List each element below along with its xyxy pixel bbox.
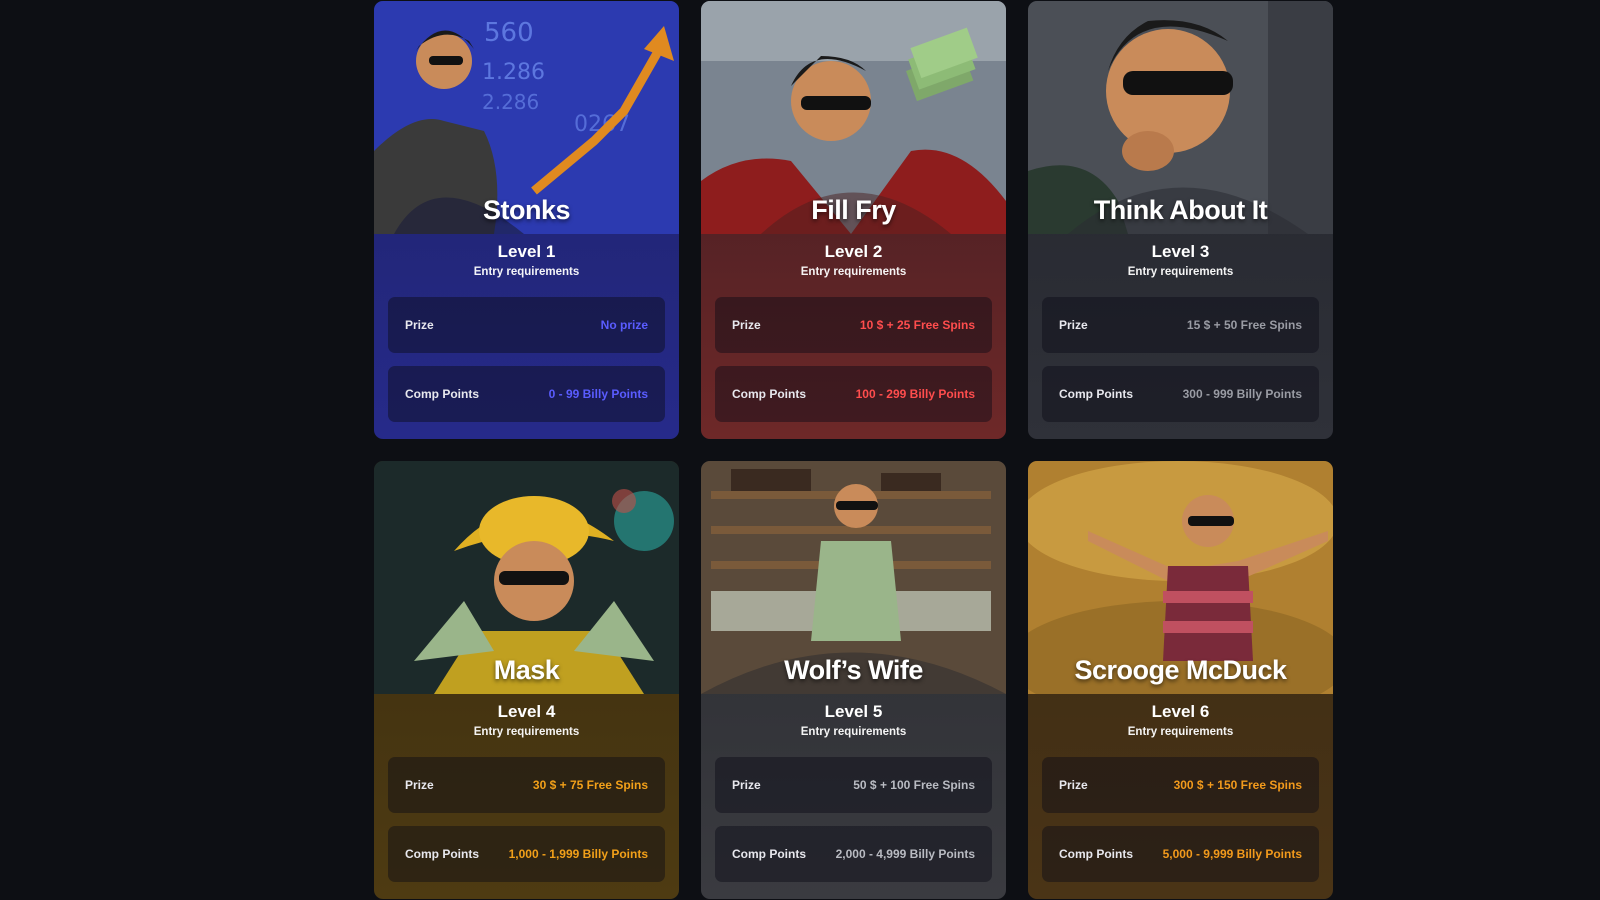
prize-value: 10 $ + 25 Free Spins (859, 318, 975, 332)
level-label: Level 1 (497, 242, 556, 261)
comp-points-label: Comp Points (732, 847, 806, 861)
prize-label: Prize (405, 318, 434, 332)
prize-label: Prize (1059, 778, 1088, 792)
card-title: Mask (493, 655, 560, 685)
card-title: Wolf’s Wife (784, 655, 923, 685)
level-card-1[interactable]: 560 1.286 2.286 0267 Stonks Level 1 Entr… (374, 1, 679, 439)
prize-value: No prize (600, 318, 648, 332)
card-title: Stonks (482, 195, 571, 225)
comp-points-value: 5,000 - 9,999 Billy Points (1162, 847, 1302, 861)
level-card-2[interactable]: Fill Fry Level 2 Entry requirements Priz… (701, 1, 1006, 439)
svg-text:1.286: 1.286 (482, 60, 545, 85)
prize-value: 30 $ + 75 Free Spins (532, 778, 648, 792)
level-card-3[interactable]: Think About It Level 3 Entry requirement… (1028, 1, 1333, 439)
card-title: Scrooge McDuck (1074, 655, 1287, 685)
card-hero: Mask (374, 461, 679, 694)
comp-points-row: Comp Points 0 - 99 Billy Points (388, 366, 665, 422)
level-card-5[interactable]: Wolf’s Wife Level 5 Entry requirements P… (701, 461, 1006, 899)
card-hero: 560 1.286 2.286 0267 Stonks (374, 1, 679, 234)
prize-row: Prize 10 $ + 25 Free Spins (715, 297, 992, 353)
prize-row: Prize No prize (388, 297, 665, 353)
prize-row: Prize 50 $ + 100 Free Spins (715, 757, 992, 813)
prize-row: Prize 30 $ + 75 Free Spins (388, 757, 665, 813)
card-hero: Think About It (1028, 1, 1333, 234)
svg-text:2.286: 2.286 (482, 90, 539, 114)
svg-text:560: 560 (484, 18, 534, 48)
prize-row: Prize 15 $ + 50 Free Spins (1042, 297, 1319, 353)
comp-points-value: 300 - 999 Billy Points (1182, 387, 1302, 401)
level-label: Level 3 (1151, 242, 1210, 261)
comp-points-row: Comp Points 2,000 - 4,999 Billy Points (715, 826, 992, 882)
comp-points-value: 0 - 99 Billy Points (548, 387, 648, 401)
prize-label: Prize (1059, 318, 1088, 332)
prize-label: Prize (732, 318, 761, 332)
prize-value: 50 $ + 100 Free Spins (853, 778, 975, 792)
card-hero: Fill Fry (701, 1, 1006, 234)
prize-label: Prize (732, 778, 761, 792)
level-label: Level 2 (824, 242, 883, 261)
vip-levels-grid: 560 1.286 2.286 0267 Stonks Level 1 Entr… (374, 1, 1333, 899)
level-card-4[interactable]: Mask Level 4 Entry requirements Prize 30… (374, 461, 679, 899)
comp-points-row: Comp Points 5,000 - 9,999 Billy Points (1042, 826, 1319, 882)
card-title: Fill Fry (811, 195, 896, 225)
comp-points-value: 100 - 299 Billy Points (855, 387, 975, 401)
comp-points-label: Comp Points (405, 847, 479, 861)
card-hero: Scrooge McDuck (1028, 461, 1333, 694)
comp-points-label: Comp Points (732, 387, 806, 401)
comp-points-row: Comp Points 300 - 999 Billy Points (1042, 366, 1319, 422)
entry-requirements-label: Entry requirements (800, 726, 907, 738)
prize-label: Prize (405, 778, 434, 792)
comp-points-value: 2,000 - 4,999 Billy Points (835, 847, 975, 861)
level-label: Level 6 (1151, 702, 1210, 721)
prize-value: 15 $ + 50 Free Spins (1186, 318, 1302, 332)
card-hero: Wolf’s Wife (701, 461, 1006, 694)
comp-points-label: Comp Points (405, 387, 479, 401)
entry-requirements-label: Entry requirements (1127, 266, 1234, 278)
level-label: Level 4 (497, 702, 556, 721)
comp-points-label: Comp Points (1059, 387, 1133, 401)
entry-requirements-label: Entry requirements (473, 266, 580, 278)
entry-requirements-label: Entry requirements (1127, 726, 1234, 738)
card-title: Think About It (1093, 195, 1268, 225)
level-card-6[interactable]: Scrooge McDuck Level 6 Entry requirement… (1028, 461, 1333, 899)
prize-row: Prize 300 $ + 150 Free Spins (1042, 757, 1319, 813)
entry-requirements-label: Entry requirements (473, 726, 580, 738)
entry-requirements-label: Entry requirements (800, 266, 907, 278)
comp-points-value: 1,000 - 1,999 Billy Points (508, 847, 648, 861)
comp-points-row: Comp Points 1,000 - 1,999 Billy Points (388, 826, 665, 882)
comp-points-row: Comp Points 100 - 299 Billy Points (715, 366, 992, 422)
comp-points-label: Comp Points (1059, 847, 1133, 861)
prize-value: 300 $ + 150 Free Spins (1173, 778, 1302, 792)
level-label: Level 5 (824, 702, 883, 721)
